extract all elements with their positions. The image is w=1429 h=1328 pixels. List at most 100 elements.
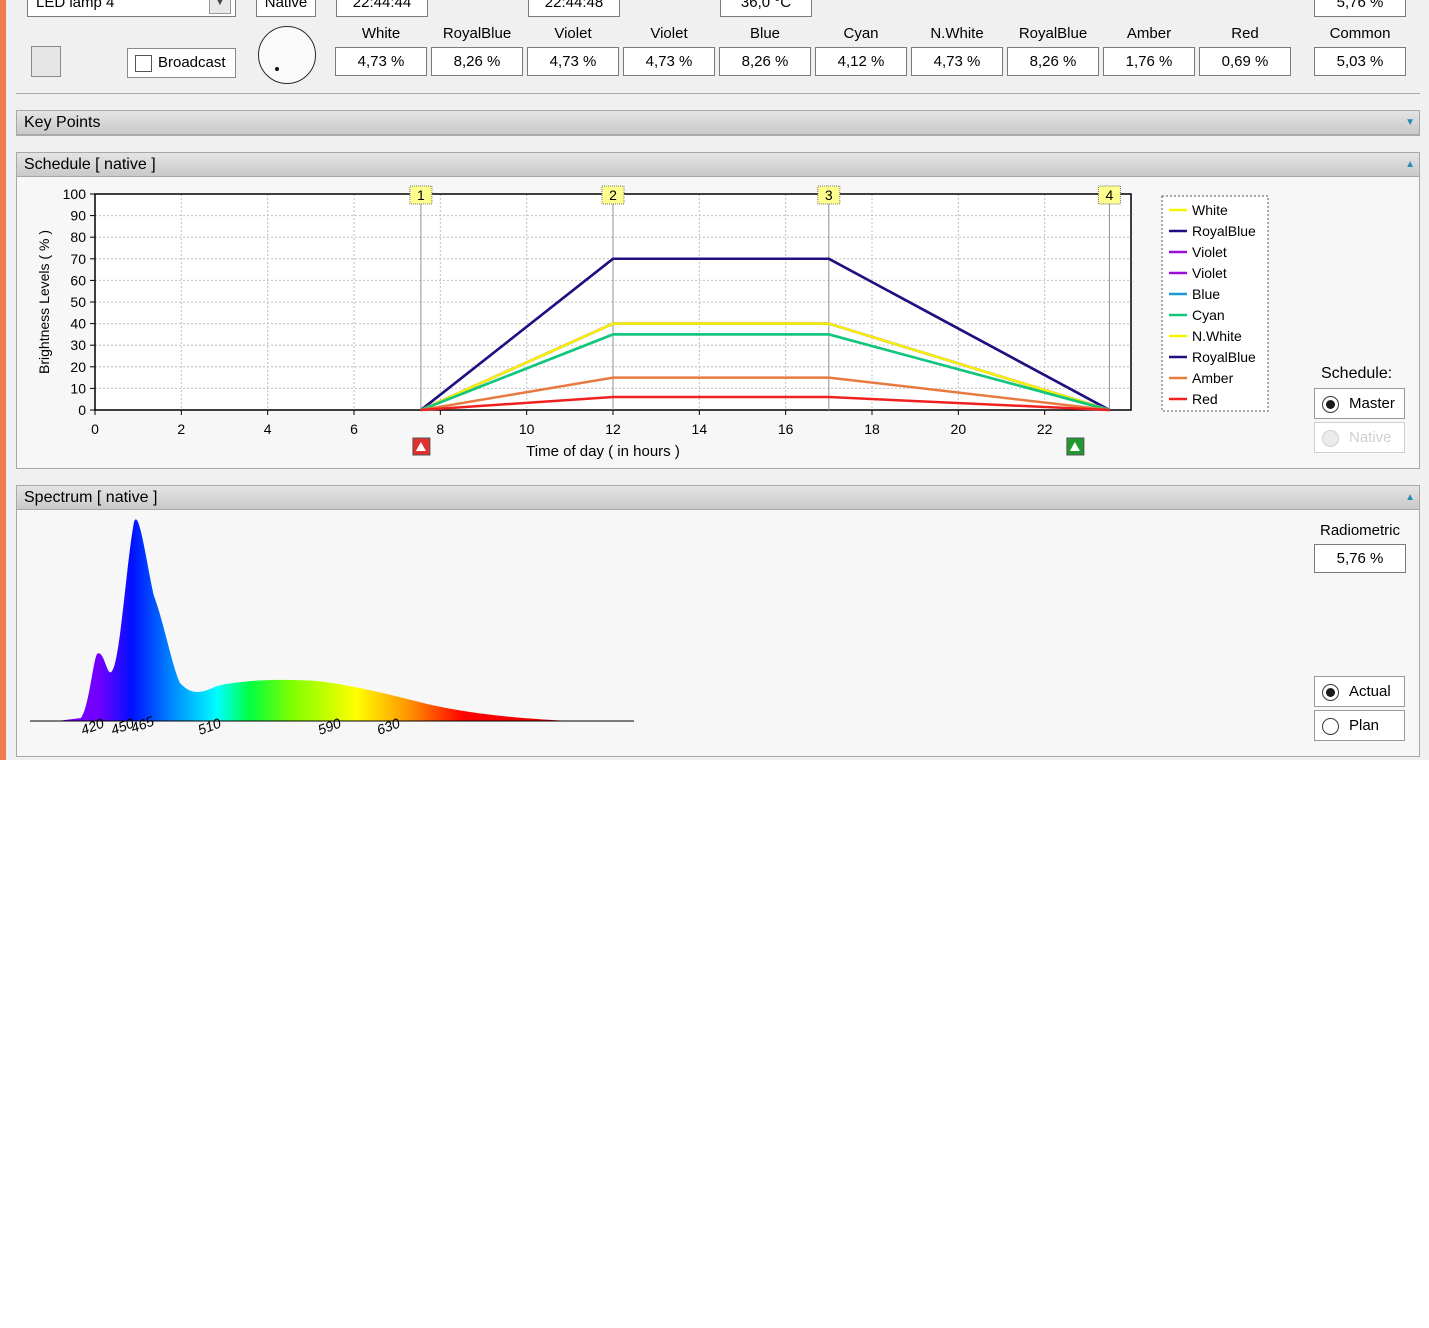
spectrum-panel: Spectrum [ native ] ▲ 420 450 465 510 59… (16, 485, 1420, 757)
legend-label: RoyalBlue (1192, 349, 1256, 365)
schedule-option-label: Native (1349, 429, 1392, 446)
channel-value: 4,73 % (623, 47, 715, 76)
schedule-master-radio[interactable]: Master (1314, 388, 1405, 419)
y-tick-label: 40 (70, 316, 86, 332)
keypoint-label: 1 (417, 187, 425, 203)
radio-unselected-icon (1322, 430, 1339, 447)
schedule-mode-label: Schedule: (1321, 365, 1393, 382)
channel-value: 4,12 % (815, 47, 907, 76)
x-tick-label: 22 (1037, 421, 1053, 437)
knob-indicator (275, 67, 279, 71)
spectrum-option-label: Plan (1349, 717, 1380, 734)
x-tick-label: 0 (91, 421, 99, 437)
x-tick-label: 10 (519, 421, 535, 437)
channel-value: 4,73 % (911, 47, 1003, 76)
radio-unselected-icon (1322, 718, 1339, 735)
schedule-title: Schedule [ native ] (24, 156, 156, 173)
collapse-arrow-icon[interactable]: ▲ (1405, 153, 1415, 177)
channel-value: 8,26 % (719, 47, 811, 76)
keypoints-panel[interactable]: Key Points ▼ (16, 110, 1420, 136)
y-tick-label: 100 (63, 186, 87, 202)
temperature-field: 36,0 °C (720, 0, 812, 17)
x-tick-label: 8 (436, 421, 444, 437)
time-field-1: 22:44:44 (336, 0, 428, 17)
channel-label: RoyalBlue (1018, 25, 1088, 42)
spectrum-curve (57, 519, 592, 721)
spectrum-actual-radio[interactable]: Actual (1314, 676, 1405, 707)
channel-value: 0,69 % (1199, 47, 1291, 76)
schedule-header[interactable]: Schedule [ native ] ▲ (17, 153, 1419, 177)
schedule-panel: Schedule [ native ] ▲ 0 2 4 6 8 10 12 14 16 18 20 2… (16, 152, 1420, 469)
channel-value: 4,73 % (527, 47, 619, 76)
channel-value: 8,26 % (431, 47, 523, 76)
channel-label: RoyalBlue (442, 25, 512, 42)
y-tick-label: 90 (70, 208, 86, 224)
x-axis-title: Time of day ( in hours ) (526, 443, 680, 460)
time-field-2: 22:44:48 (528, 0, 620, 17)
legend-label: Cyan (1192, 307, 1225, 323)
intensity-knob[interactable] (258, 26, 316, 84)
common-label: Common (1329, 25, 1391, 42)
y-tick-label: 70 (70, 251, 86, 267)
keypoint-label: 4 (1106, 187, 1114, 203)
radio-selected-icon (1322, 684, 1339, 701)
checkbox-square (135, 55, 152, 72)
spectrum-graph: 420 450 465 510 590 630 (30, 519, 634, 738)
app-window: LED lamp 4 ▼ Native 22:44:44 22:44:48 36… (0, 0, 1429, 760)
top-percent-field: 5,76 % (1314, 0, 1406, 17)
schedule-option-label: Master (1349, 395, 1395, 412)
lamp-select-value: LED lamp 4 (36, 0, 115, 11)
radiometric-value: 5,76 % (1314, 544, 1406, 573)
legend-label: RoyalBlue (1192, 223, 1256, 239)
spectrum-option-label: Actual (1349, 683, 1391, 700)
broadcast-checkbox[interactable]: Broadcast (127, 48, 236, 78)
spectrum-plan-radio[interactable]: Plan (1314, 710, 1405, 741)
common-value: 5,03 % (1314, 47, 1406, 76)
channel-value: 4,73 % (335, 47, 427, 76)
x-tick-label: 18 (864, 421, 880, 437)
legend-label: N.White (1192, 328, 1242, 344)
channel-label: Violet (650, 25, 688, 42)
x-tick-label: 2 (177, 421, 185, 437)
radio-selected-icon (1322, 396, 1339, 413)
spectrum-title: Spectrum [ native ] (24, 489, 158, 506)
radiometric-label: Radiometric (1319, 522, 1401, 539)
x-tick-label: 20 (951, 421, 967, 437)
x-tick-label: 6 (350, 421, 358, 437)
y-tick-label: 20 (70, 359, 86, 375)
x-tick-label: 4 (264, 421, 272, 437)
channel-label: Blue (749, 25, 781, 42)
lamp-select[interactable]: LED lamp 4 ▼ (27, 0, 236, 17)
y-tick-label: 50 (70, 294, 86, 310)
broadcast-label: Broadcast (158, 54, 226, 71)
y-tick-label: 60 (70, 272, 86, 288)
keypoint-label: 2 (609, 187, 617, 203)
color-swatch-button[interactable] (31, 46, 61, 77)
channel-value: 8,26 % (1007, 47, 1099, 76)
y-tick-label: 80 (70, 229, 86, 245)
channel-label: Red (1231, 25, 1259, 42)
channel-label: White (361, 25, 401, 42)
y-tick-label: 0 (78, 402, 86, 418)
chevron-down-icon[interactable]: ▼ (209, 0, 231, 14)
x-tick-label: 14 (692, 421, 708, 437)
legend-label: Violet (1192, 265, 1227, 281)
channel-label: N.White (930, 25, 984, 42)
schedule-native-radio: Native (1314, 422, 1405, 453)
collapse-arrow-icon[interactable]: ▲ (1405, 486, 1415, 510)
expand-arrow-icon[interactable]: ▼ (1405, 111, 1415, 135)
legend-label: Violet (1192, 244, 1227, 260)
channel-value: 1,76 % (1103, 47, 1195, 76)
channel-label: Amber (1126, 25, 1172, 42)
channel-label: Cyan (843, 25, 879, 42)
mode-label: Native (256, 0, 316, 17)
keypoint-label: 3 (825, 187, 833, 203)
keypoints-header[interactable]: Key Points ▼ (17, 111, 1419, 135)
x-tick-label: 16 (778, 421, 794, 437)
legend-label: Blue (1192, 286, 1220, 302)
legend-label: Amber (1192, 370, 1234, 386)
spectrum-header[interactable]: Spectrum [ native ] ▲ (17, 486, 1419, 510)
channel-label: Violet (554, 25, 592, 42)
legend-label: Red (1192, 391, 1218, 407)
keypoints-title: Key Points (24, 114, 101, 131)
